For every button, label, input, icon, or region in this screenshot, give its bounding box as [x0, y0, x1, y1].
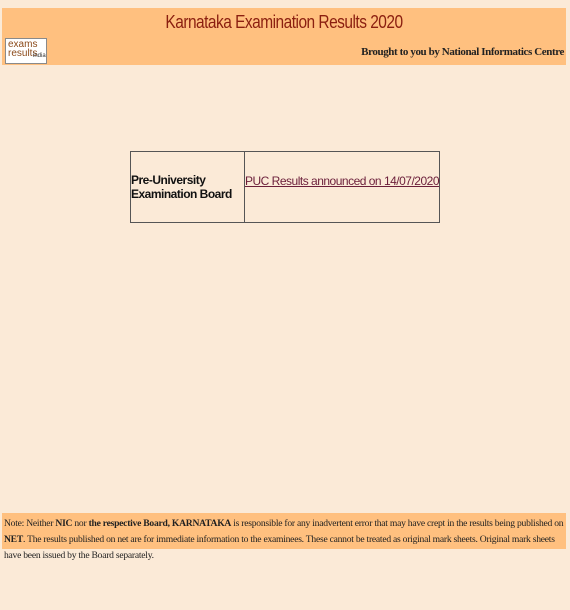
header-banner: Karnataka Examination Results 2020 exams… — [2, 8, 566, 65]
results-table: Pre-University Examination Board PUC Res… — [130, 151, 440, 223]
note-suffix: . The results published on net are for i… — [4, 534, 555, 561]
exams-results-india-logo[interactable]: exams results india — [5, 38, 47, 64]
page-title: Karnataka Examination Results 2020 — [165, 12, 403, 32]
note-nic: NIC — [55, 518, 73, 529]
board-name: Pre-University Examination Board — [131, 173, 232, 201]
note-net: NET — [4, 534, 23, 545]
note-mid1: nor — [72, 518, 89, 529]
logo-text-india: india — [33, 53, 46, 59]
puc-results-link[interactable]: PUC Results announced on 14/07/2020 — [245, 174, 439, 188]
note-mid2: is responsible for any inadvertent error… — [231, 518, 564, 529]
nic-credit: Brought to you by National Informatics C… — [361, 46, 564, 58]
note-prefix: Note: Neither — [4, 518, 56, 529]
result-link-cell: PUC Results announced on 14/07/2020 — [245, 152, 439, 222]
disclaimer-note: Note: Neither NIC nor the respective Boa… — [2, 513, 566, 561]
note-board: the respective Board, KARNATAKA — [88, 518, 232, 529]
board-name-cell: Pre-University Examination Board — [131, 152, 246, 222]
